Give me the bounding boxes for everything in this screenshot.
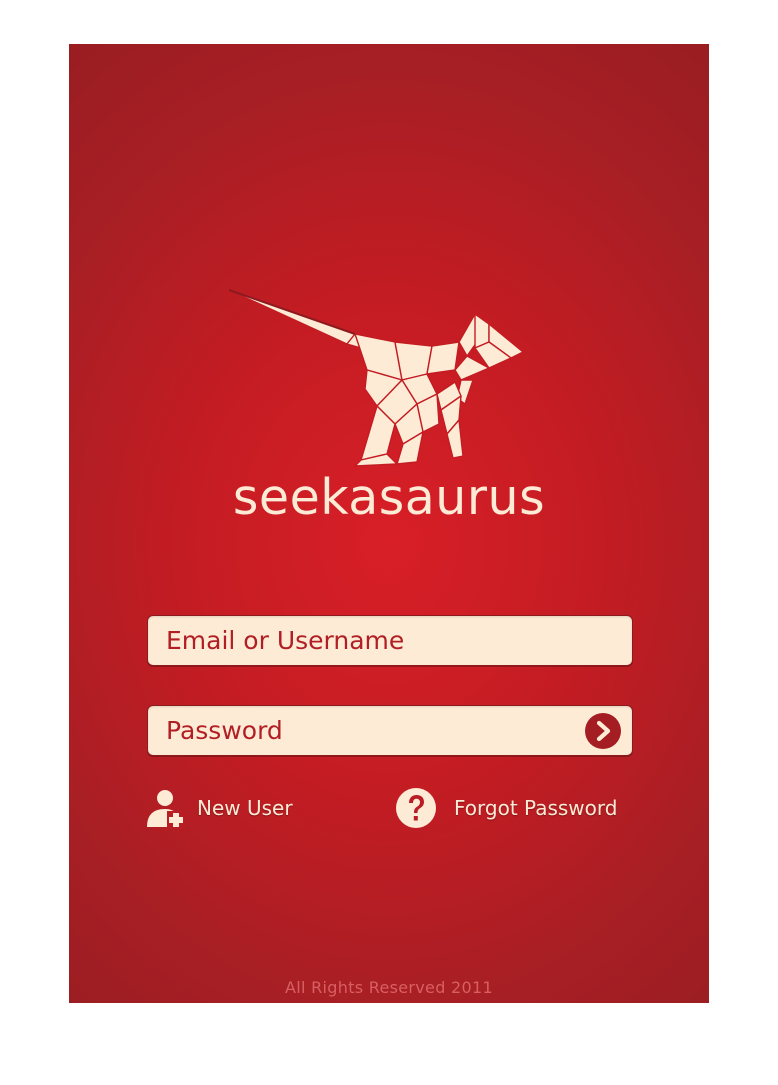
dinosaur-logo-icon: [228, 289, 524, 467]
email-field[interactable]: [147, 615, 633, 666]
password-field[interactable]: [147, 705, 633, 756]
forgot-password-label: Forgot Password: [454, 795, 618, 820]
new-user-label: New User: [197, 795, 293, 820]
login-submit-button[interactable]: [585, 713, 621, 749]
login-screen: seekasaurus New User: [69, 44, 709, 1003]
arrow-right-icon: [596, 720, 611, 742]
question-icon: [395, 787, 437, 829]
email-input[interactable]: [148, 616, 632, 665]
add-user-icon: [145, 787, 187, 829]
forgot-password-link[interactable]: Forgot Password: [395, 785, 617, 830]
new-user-link[interactable]: New User: [145, 785, 293, 830]
copyright-text: All Rights Reserved 2011: [285, 978, 493, 997]
password-input[interactable]: [148, 706, 632, 755]
brand-name: seekasaurus: [232, 469, 546, 526]
